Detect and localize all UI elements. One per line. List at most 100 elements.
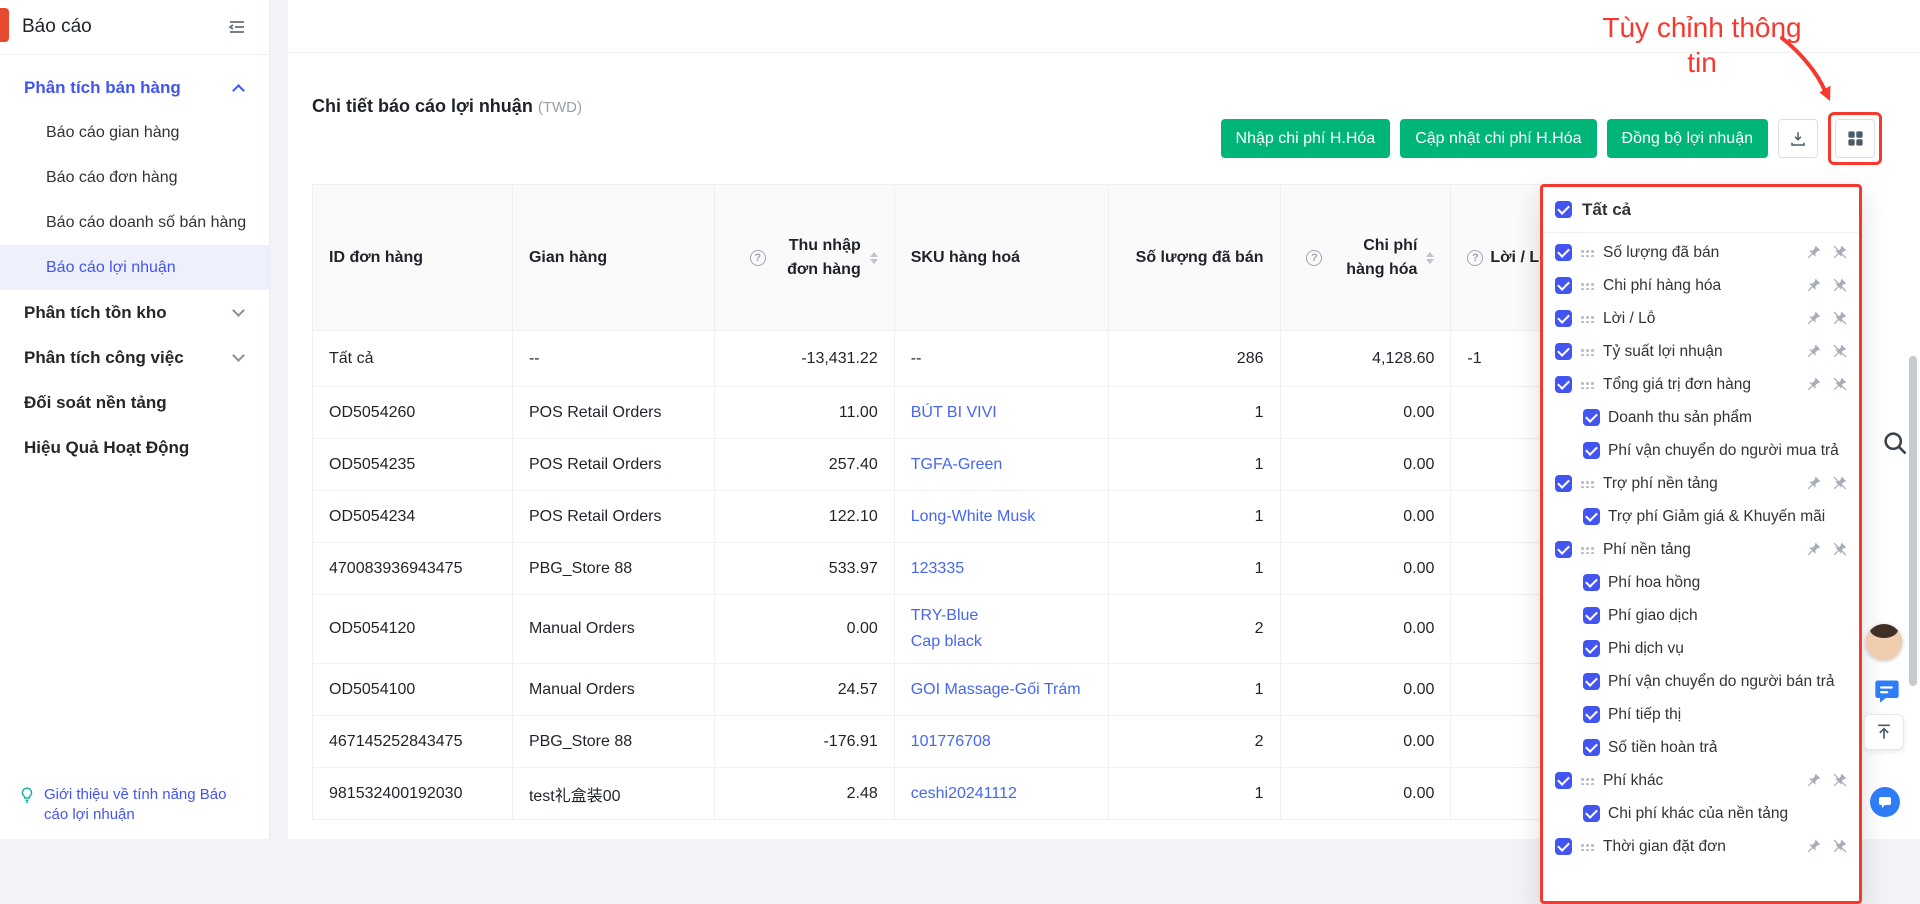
checkbox-checked-icon[interactable] (1583, 805, 1600, 822)
user-avatar[interactable] (1866, 624, 1902, 660)
sku-link[interactable]: BÚT BI VIVI (911, 404, 997, 421)
checkbox-checked-icon[interactable] (1583, 673, 1600, 690)
column-option-qty-sold[interactable]: Số lượng đã bán (1543, 236, 1859, 269)
sidebar-section-work-analysis[interactable]: Phân tích công việc (0, 335, 269, 380)
sidebar-item-store-report[interactable]: Báo cáo gian hàng (0, 110, 269, 155)
sync-profit-button[interactable]: Đồng bộ lợi nhuận (1607, 119, 1768, 158)
sku-link[interactable]: GOI Massage-Gối Trám (911, 681, 1081, 698)
sidebar-item-sales-report[interactable]: Báo cáo doanh số bán hàng (0, 200, 269, 245)
sku-link[interactable]: Long-White Musk (911, 508, 1036, 525)
pin-off-icon[interactable] (1832, 773, 1847, 788)
pin-off-icon[interactable] (1832, 542, 1847, 557)
column-option-marketing-fee[interactable]: Phí tiếp thị (1543, 698, 1859, 731)
checkbox-checked-icon[interactable] (1583, 508, 1600, 525)
column-option-service-fee[interactable]: Phi dịch vụ (1543, 632, 1859, 665)
drag-handle-icon[interactable] (1580, 842, 1595, 851)
pin-icon[interactable] (1806, 542, 1821, 557)
sku-link[interactable]: TGFA-Green (911, 456, 1003, 473)
column-option-buyer-shipping-fee[interactable]: Phí vận chuyển do người mua trả (1543, 434, 1859, 467)
column-option-goods-cost[interactable]: Chi phí hàng hóa (1543, 269, 1859, 302)
collapse-sidebar-icon[interactable] (227, 17, 247, 37)
sku-link[interactable]: TRY-Blue Cap black (911, 607, 982, 650)
pin-icon[interactable] (1806, 773, 1821, 788)
column-option-other-platform-costs[interactable]: Chi phí khác của nền tảng (1543, 797, 1859, 830)
checkbox-checked-icon[interactable] (1583, 574, 1600, 591)
help-icon[interactable] (1306, 250, 1322, 266)
drag-handle-icon[interactable] (1580, 314, 1595, 323)
sidebar-section-sales-analysis[interactable]: Phân tích bán hàng (0, 65, 269, 110)
column-option-total-order-value[interactable]: Tổng giá trị đơn hàng (1543, 368, 1859, 401)
pin-off-icon[interactable] (1832, 245, 1847, 260)
import-product-cost-button[interactable]: Nhập chi phí H.Hóa (1221, 119, 1391, 158)
profit-feature-intro-link[interactable]: Giới thiệu về tính năng Báo cáo lợi nhuậ… (44, 785, 254, 826)
column-option-transaction-fee[interactable]: Phí giao dịch (1543, 599, 1859, 632)
pin-icon[interactable] (1806, 245, 1821, 260)
update-product-cost-button[interactable]: Cập nhật chi phí H.Hóa (1400, 119, 1596, 158)
pin-off-icon[interactable] (1832, 278, 1847, 293)
checkbox-checked-icon[interactable] (1583, 706, 1600, 723)
checkbox-checked-icon[interactable] (1583, 607, 1600, 624)
drag-handle-icon[interactable] (1580, 281, 1595, 290)
pin-icon[interactable] (1806, 311, 1821, 326)
pin-off-icon[interactable] (1832, 377, 1847, 392)
sidebar-item-profit-report[interactable]: Báo cáo lợi nhuận (0, 245, 269, 290)
column-option-discount-promo-subsidy[interactable]: Trợ phí Giảm giá & Khuyến mãi (1543, 500, 1859, 533)
page-scrollbar-track[interactable] (1909, 0, 1917, 839)
checkbox-checked-icon[interactable] (1555, 343, 1572, 360)
pin-off-icon[interactable] (1832, 839, 1847, 854)
drag-handle-icon[interactable] (1580, 347, 1595, 356)
page-scrollbar-thumb[interactable] (1909, 356, 1917, 686)
pin-icon[interactable] (1806, 278, 1821, 293)
column-option-product-revenue[interactable]: Doanh thu sản phẩm (1543, 401, 1859, 434)
sku-link[interactable]: 101776708 (911, 733, 991, 750)
checkbox-checked-icon[interactable] (1555, 277, 1572, 294)
back-to-top-button[interactable] (1864, 714, 1904, 750)
checkbox-checked-icon[interactable] (1555, 201, 1572, 218)
sku-link[interactable]: 123335 (911, 560, 964, 577)
sort-icon[interactable] (870, 252, 878, 264)
checkbox-checked-icon[interactable] (1555, 772, 1572, 789)
download-button[interactable] (1778, 119, 1818, 158)
sidebar-item-platform-reconciliation[interactable]: Đối soát nền tảng (0, 380, 269, 425)
pin-icon[interactable] (1806, 344, 1821, 359)
drag-handle-icon[interactable] (1580, 248, 1595, 257)
drag-handle-icon[interactable] (1580, 776, 1595, 785)
column-option-profit-margin[interactable]: Tỷ suất lợi nhuận (1543, 335, 1859, 368)
pin-icon[interactable] (1806, 839, 1821, 854)
pin-icon[interactable] (1806, 476, 1821, 491)
checkbox-checked-icon[interactable] (1583, 409, 1600, 426)
column-option-refund-amount[interactable]: Số tiền hoàn trả (1543, 731, 1859, 764)
help-icon[interactable] (1467, 250, 1483, 266)
col-header-order-income[interactable]: Thu nhập đơn hàng (714, 185, 894, 331)
select-all-row[interactable]: Tất cả (1543, 187, 1859, 233)
pin-off-icon[interactable] (1832, 344, 1847, 359)
checkbox-checked-icon[interactable] (1555, 541, 1572, 558)
column-option-profit-loss[interactable]: Lời / Lỗ (1543, 302, 1859, 335)
support-float-button[interactable] (1870, 787, 1900, 817)
sidebar-item-order-report[interactable]: Báo cáo đơn hàng (0, 155, 269, 200)
column-option-order-time[interactable]: Thời gian đặt đơn (1543, 830, 1859, 863)
checkbox-checked-icon[interactable] (1583, 739, 1600, 756)
pin-off-icon[interactable] (1832, 476, 1847, 491)
column-option-other-fees[interactable]: Phí khác (1543, 764, 1859, 797)
drag-handle-icon[interactable] (1580, 479, 1595, 488)
search-float-button[interactable] (1880, 428, 1910, 458)
sidebar-item-operation-performance[interactable]: Hiệu Quả Hoạt Động (0, 425, 269, 470)
chat-float-button[interactable] (1872, 676, 1902, 706)
customize-columns-button[interactable] (1835, 119, 1875, 158)
help-icon[interactable] (750, 250, 766, 266)
drag-handle-icon[interactable] (1580, 545, 1595, 554)
checkbox-checked-icon[interactable] (1555, 475, 1572, 492)
sort-icon[interactable] (1426, 252, 1434, 264)
sidebar-section-inventory-analysis[interactable]: Phân tích tồn kho (0, 290, 269, 335)
checkbox-checked-icon[interactable] (1583, 640, 1600, 657)
checkbox-checked-icon[interactable] (1555, 244, 1572, 261)
checkbox-checked-icon[interactable] (1555, 376, 1572, 393)
drag-handle-icon[interactable] (1580, 380, 1595, 389)
column-option-commission-fee[interactable]: Phí hoa hồng (1543, 566, 1859, 599)
checkbox-checked-icon[interactable] (1555, 310, 1572, 327)
checkbox-checked-icon[interactable] (1583, 442, 1600, 459)
column-option-platform-subsidy[interactable]: Trợ phí nền tảng (1543, 467, 1859, 500)
sku-link[interactable]: ceshi20241112 (911, 785, 1017, 802)
checkbox-checked-icon[interactable] (1555, 838, 1572, 855)
